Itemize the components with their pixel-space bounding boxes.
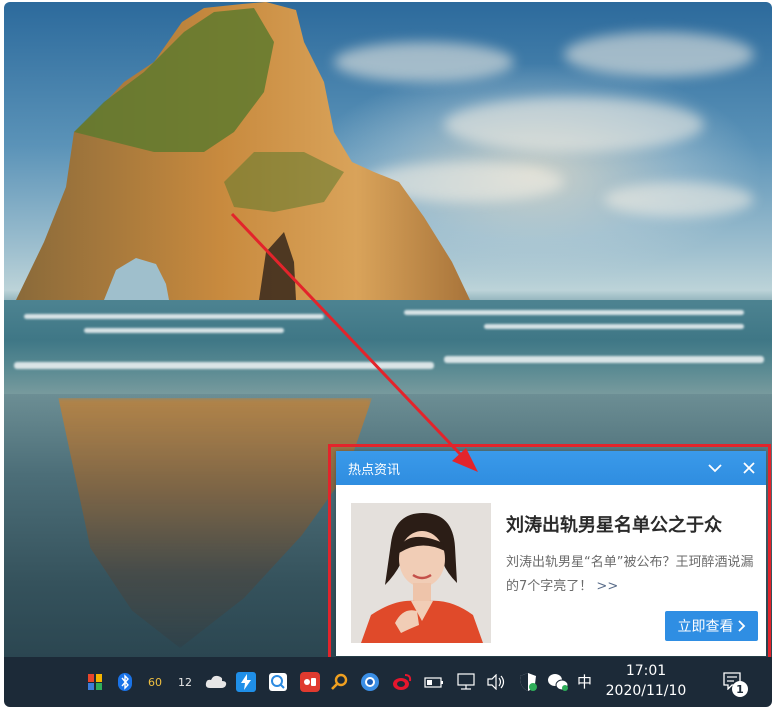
app-icon[interactable] xyxy=(84,670,106,694)
taskbar-clock[interactable]: 17:01 2020/11/10 xyxy=(594,661,698,701)
ime-indicator[interactable]: 中 xyxy=(577,671,592,692)
search-app-icon[interactable] xyxy=(328,670,352,694)
volume-icon[interactable] xyxy=(484,670,508,694)
tray-value-2[interactable]: 12 xyxy=(174,670,196,694)
security-shield-icon[interactable] xyxy=(516,670,540,694)
weibo-icon[interactable] xyxy=(390,670,414,694)
battery-icon[interactable] xyxy=(422,670,446,694)
tray-value-1[interactable]: 60 xyxy=(144,670,166,694)
clock-date: 2020/11/10 xyxy=(605,683,687,699)
notification-count-badge: 1 xyxy=(732,681,748,697)
wechat-icon[interactable] xyxy=(546,670,570,694)
annotation-highlight-box xyxy=(328,444,771,662)
network-icon[interactable] xyxy=(454,670,478,694)
bluetooth-icon[interactable] xyxy=(114,670,136,694)
browser-icon[interactable] xyxy=(358,670,382,694)
cloud-icon[interactable] xyxy=(204,670,228,694)
clock-time: 17:01 xyxy=(625,663,667,679)
game-app-icon[interactable] xyxy=(298,670,322,694)
monitor-app-icon[interactable] xyxy=(266,670,290,694)
taskbar: 60 12 中 17:01 2020/11/10 1 xyxy=(4,657,772,707)
thunder-icon[interactable] xyxy=(234,670,258,694)
